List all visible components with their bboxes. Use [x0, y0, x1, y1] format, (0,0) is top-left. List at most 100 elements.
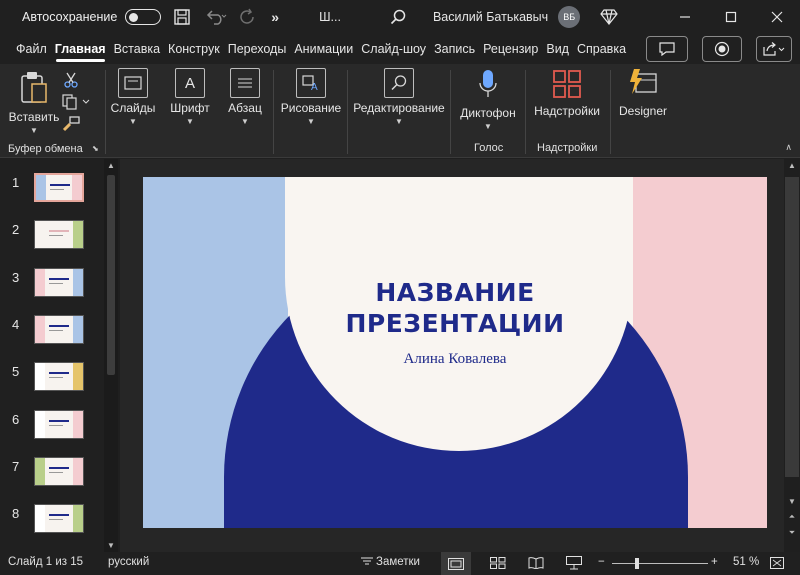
zoom-slider-thumb[interactable]: [635, 558, 640, 569]
slides-button[interactable]: Слайды ▼: [108, 68, 158, 126]
notes-icon[interactable]: [360, 557, 374, 572]
record-button[interactable]: [702, 36, 742, 62]
zoom-in-button[interactable]: +: [711, 556, 718, 568]
tab-0[interactable]: Файл: [12, 34, 51, 64]
notes-button[interactable]: Заметки: [376, 556, 420, 568]
tab-7[interactable]: Запись: [430, 34, 479, 64]
clipboard-icon: [20, 70, 48, 107]
designer-button[interactable]: Designer: [616, 68, 670, 118]
slide-thumbnails-panel: 1 2 3 4 5 6 7 8: [0, 159, 118, 552]
share-button[interactable]: [756, 36, 792, 62]
slide-thumbnail-row[interactable]: 4: [0, 314, 104, 355]
tab-6[interactable]: Слайд-шоу: [357, 34, 430, 64]
paragraph-label: Абзац: [228, 101, 262, 115]
slide-thumbnail-row[interactable]: 7: [0, 456, 104, 497]
scroll-down-icon[interactable]: ▼: [106, 541, 116, 550]
dialog-launcher-icon[interactable]: ⬊: [92, 144, 99, 153]
tab-10[interactable]: Справка: [573, 34, 630, 64]
dictate-button[interactable]: Диктофон ▼: [456, 68, 520, 131]
next-slide-icon[interactable]: ⏷: [787, 528, 797, 538]
slide-thumbnail-row[interactable]: 6: [0, 409, 104, 450]
tab-2[interactable]: Вставка: [110, 34, 164, 64]
chevron-down-icon: ▼: [307, 117, 315, 126]
collapse-ribbon-icon[interactable]: ∧: [785, 142, 792, 153]
reading-view-icon[interactable]: [528, 557, 544, 572]
tab-1[interactable]: Главная: [51, 34, 110, 64]
zoom-out-button[interactable]: −: [598, 556, 605, 568]
slide-thumbnail[interactable]: [34, 267, 84, 297]
undo-icon[interactable]: [205, 9, 227, 25]
more-commands-icon[interactable]: »: [271, 9, 279, 25]
fit-to-window-icon[interactable]: [770, 557, 784, 572]
addins-icon: [553, 70, 581, 101]
editor-scrollbar-thumb[interactable]: [785, 177, 799, 477]
ribbon-divider: [610, 70, 611, 154]
slide-thumbnail[interactable]: [34, 409, 84, 439]
scrollbar-thumb[interactable]: [107, 175, 115, 375]
search-icon[interactable]: [389, 8, 407, 26]
slide-thumbnail-row[interactable]: 3: [0, 267, 104, 308]
slide-thumbnail-number: 5: [12, 364, 20, 380]
font-button[interactable]: A Шрифт ▼: [166, 68, 214, 126]
editor-scrollbar[interactable]: ▲ ▼ ⏶ ⏷: [784, 159, 800, 552]
avatar[interactable]: ВБ: [558, 6, 581, 28]
ribbon-divider: [273, 70, 274, 154]
normal-view-icon[interactable]: [441, 552, 471, 575]
slide-author[interactable]: Алина Ковалева: [143, 351, 767, 368]
autosave-label: Автосохранение: [22, 10, 118, 24]
slide-thumbnail[interactable]: [34, 173, 84, 202]
slide-thumbnail-row[interactable]: 1: [0, 173, 104, 213]
slide-thumbnail[interactable]: [34, 220, 84, 250]
cut-icon[interactable]: [64, 72, 78, 91]
tab-4[interactable]: Переходы: [224, 34, 291, 64]
format-painter-icon[interactable]: [62, 116, 80, 135]
tab-3[interactable]: Конструк: [164, 34, 224, 64]
ribbon-tabs-row: Файл Главная Вставка Конструк Переходы Анимац…: [0, 34, 800, 64]
user-name[interactable]: Василий Батькавыч: [433, 10, 548, 24]
scroll-up-icon[interactable]: ▲: [787, 161, 797, 170]
zoom-level[interactable]: 51 %: [733, 556, 759, 568]
slide-title-line1[interactable]: НАЗВАНИЕ: [143, 277, 767, 308]
maximize-button[interactable]: [708, 0, 754, 34]
scroll-down-icon[interactable]: ▼: [787, 497, 797, 506]
dictate-label: Диктофон: [460, 106, 516, 120]
copy-icon[interactable]: [62, 94, 90, 113]
ribbon-divider: [450, 70, 451, 154]
slide-sorter-icon[interactable]: [490, 557, 506, 572]
chevron-down-icon: ▼: [395, 117, 403, 126]
slide-thumbnail-number: 1: [12, 175, 20, 190]
paste-button[interactable]: Вставить ▼: [8, 70, 60, 135]
slide-thumbnail[interactable]: [34, 456, 84, 486]
minimize-button[interactable]: [662, 0, 708, 34]
addins-button[interactable]: Надстройки: [531, 70, 603, 118]
autosave-toggle[interactable]: [125, 9, 162, 25]
paragraph-button[interactable]: Абзац ▼: [222, 68, 268, 126]
slide-thumbnail-row[interactable]: 8: [0, 504, 104, 544]
slide-thumbnail-number: 6: [12, 411, 20, 427]
slide-thumbnail[interactable]: [34, 362, 84, 392]
slideshow-icon[interactable]: [566, 556, 582, 573]
save-icon[interactable]: [173, 8, 191, 26]
comments-button[interactable]: [646, 36, 688, 62]
tab-8[interactable]: Рецензир: [479, 34, 542, 64]
editing-button[interactable]: Редактирование ▼: [352, 68, 446, 126]
close-button[interactable]: [754, 0, 800, 34]
slide-thumbnail[interactable]: [34, 314, 84, 344]
tab-9[interactable]: Вид: [542, 34, 573, 64]
language-indicator[interactable]: русский: [108, 556, 149, 568]
status-bar: Слайд 1 из 15 русский Заметки − + 51 %: [0, 552, 800, 575]
chevron-down-icon: ▼: [484, 122, 492, 131]
slide-thumbnail[interactable]: [34, 504, 84, 534]
scroll-up-icon[interactable]: ▲: [106, 161, 116, 170]
previous-slide-icon[interactable]: ⏶: [787, 512, 797, 522]
slide-thumbnail-row[interactable]: 5: [0, 362, 104, 402]
tab-5[interactable]: Анимации: [290, 34, 357, 64]
drawing-button[interactable]: A Рисование ▼: [278, 68, 344, 126]
zoom-slider[interactable]: [612, 563, 708, 564]
premium-diamond-icon[interactable]: [600, 8, 618, 26]
redo-icon[interactable]: [239, 8, 257, 26]
slide-thumbnail-row[interactable]: 2: [0, 220, 104, 260]
thumbnails-scrollbar[interactable]: ▲ ▼: [104, 159, 118, 552]
current-slide[interactable]: НАЗВАНИЕ ПРЕЗЕНТАЦИИ Алина Ковалева: [143, 177, 767, 528]
slide-title-line2[interactable]: ПРЕЗЕНТАЦИИ: [143, 308, 767, 339]
